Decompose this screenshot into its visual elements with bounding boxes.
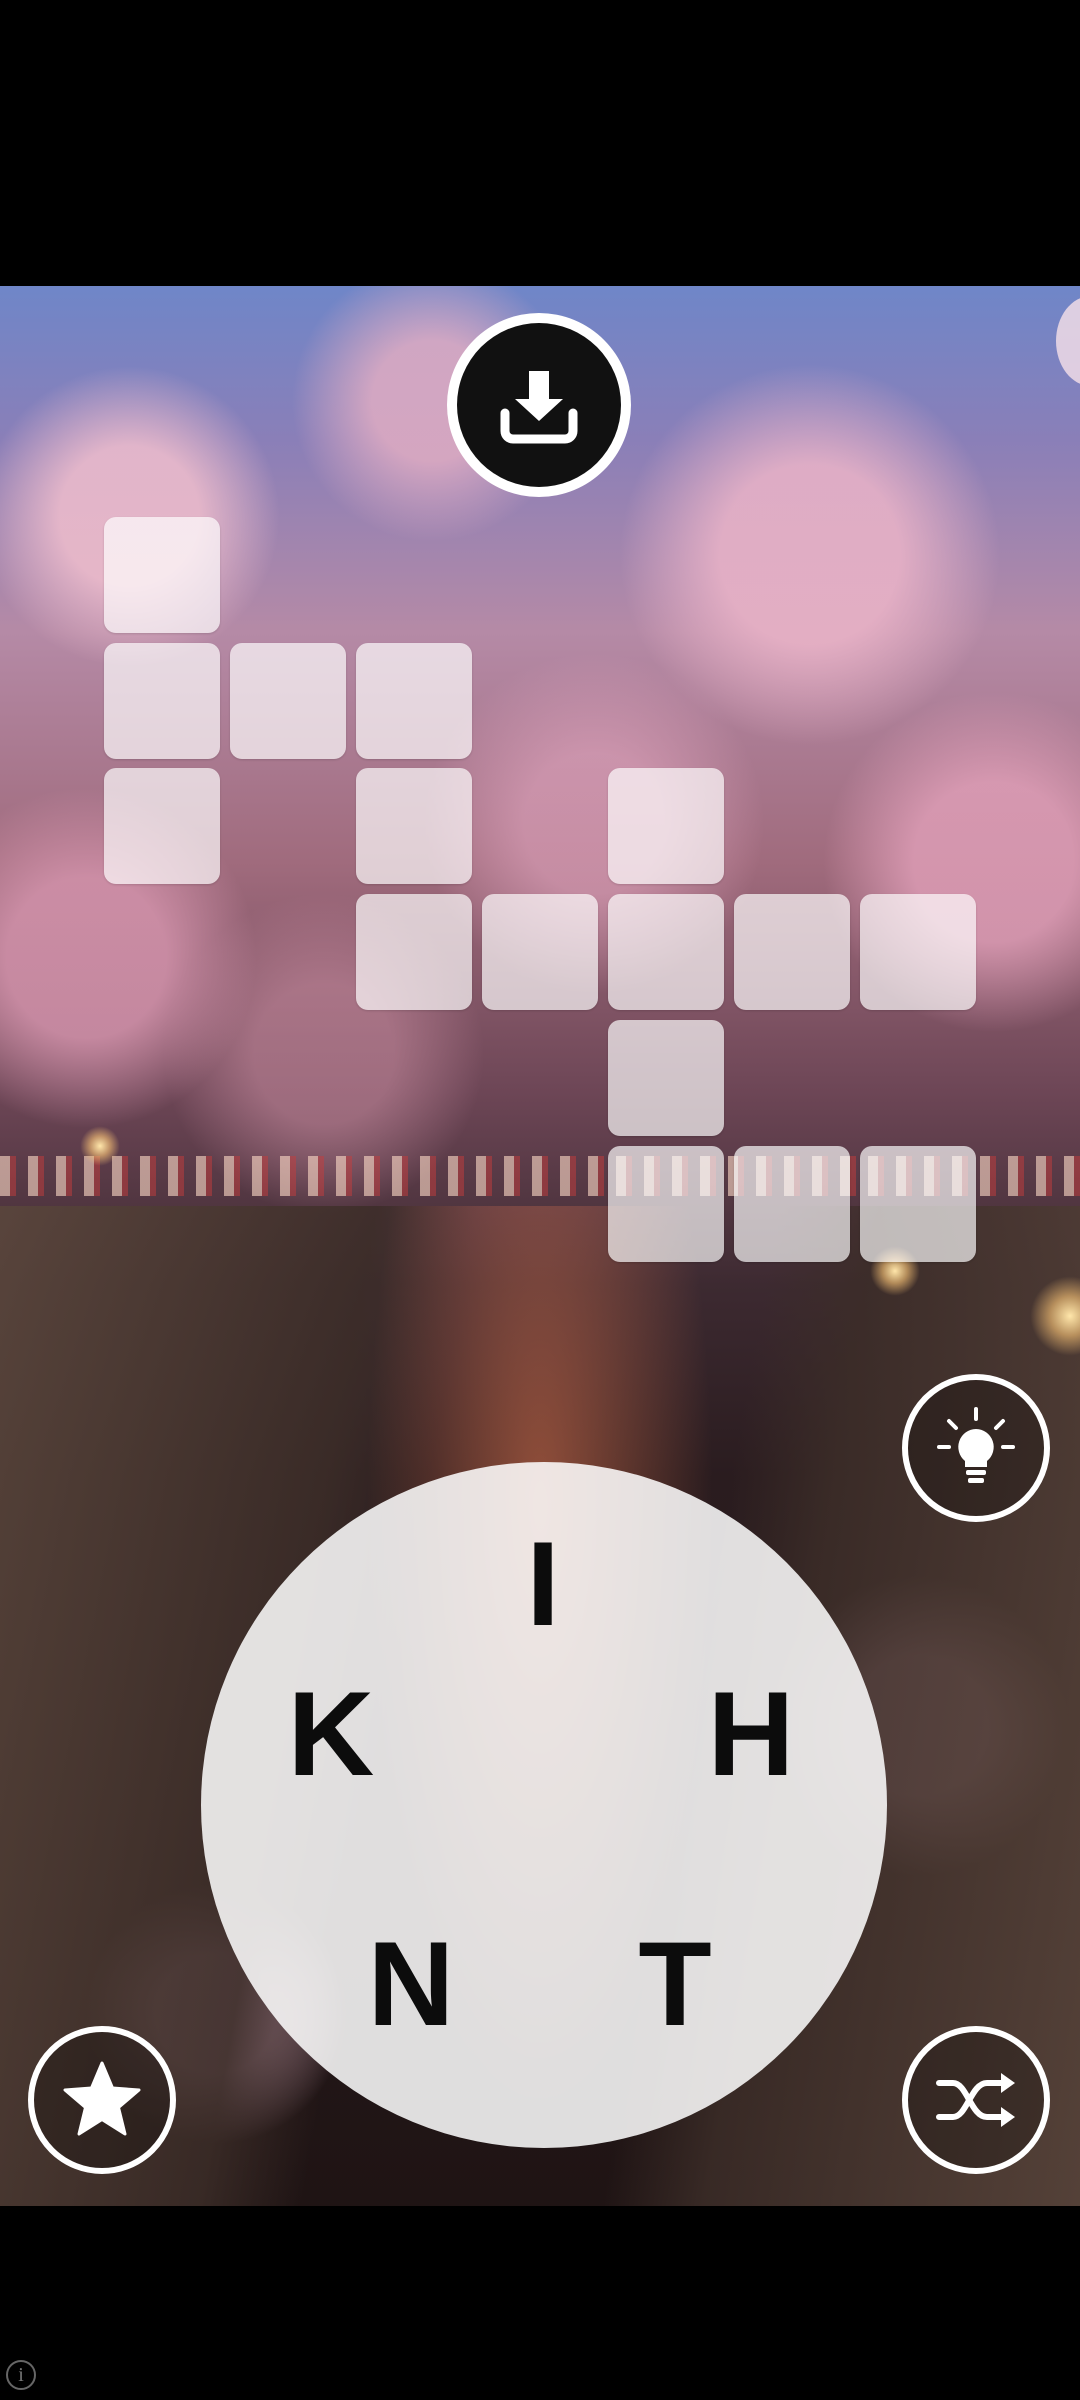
crossword-tile [734,894,850,1010]
download-button[interactable] [447,313,631,497]
crossword-tile [608,768,724,884]
wheel-letter[interactable]: H [691,1674,811,1794]
shuffle-button[interactable] [902,2026,1050,2174]
crossword-tile [482,894,598,1010]
crossword-tile [356,643,472,759]
crossword-tile [104,643,220,759]
info-icon[interactable]: i [6,2360,36,2390]
street-light-glow [80,1126,120,1166]
crossword-tile [104,517,220,633]
crossword-tile [608,894,724,1010]
hint-button[interactable] [902,1374,1050,1522]
wheel-letter[interactable]: K [271,1674,391,1794]
wheel-letter[interactable]: N [351,1924,471,2044]
game-screen: I H T N K i [0,0,1080,2400]
letter-wheel[interactable]: I H T N K [201,1462,887,2148]
crossword-tile [608,1146,724,1262]
star-icon [63,2061,141,2136]
crossword-tile [608,1020,724,1136]
crossword-tile [104,768,220,884]
crossword-tile [860,1146,976,1262]
crossword-tile [230,643,346,759]
shuffle-icon [936,2073,1015,2127]
crossword-tile [734,1146,850,1262]
wheel-letter[interactable]: I [483,1524,603,1644]
lightbulb-icon [937,1407,1015,1483]
wheel-letter[interactable]: T [615,1924,735,2044]
crossword-tile [356,768,472,884]
crossword-tile [860,894,976,1010]
crossword-tile [356,894,472,1010]
download-button-face [457,323,621,487]
favorite-button[interactable] [28,2026,176,2174]
download-icon [500,371,578,444]
